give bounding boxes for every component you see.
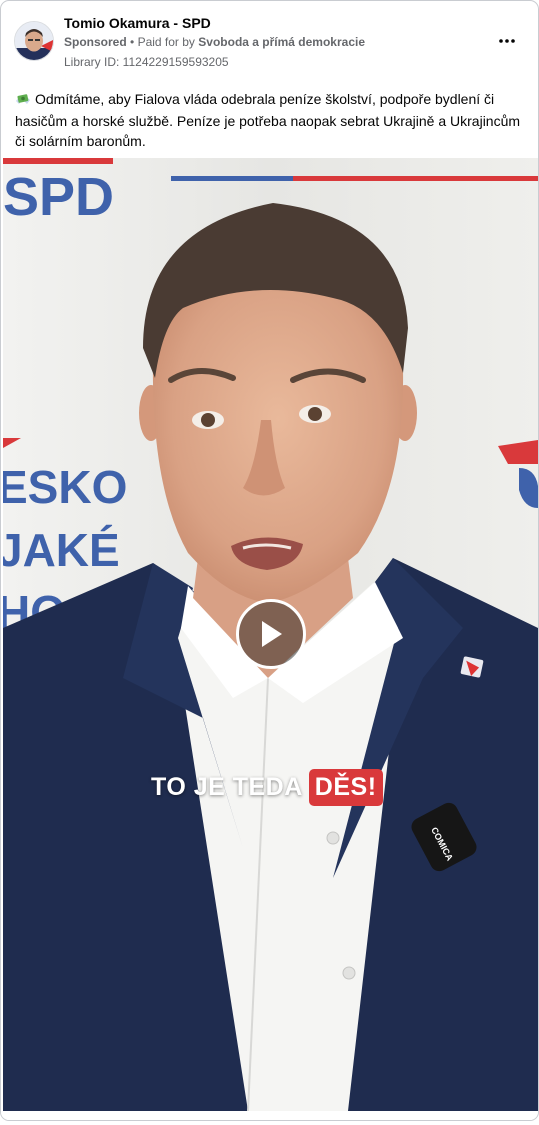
post-body-text: Odmítáme, aby Fialova vláda odebrala pen… [15,91,521,149]
play-icon [262,621,282,647]
payer-link[interactable]: Svoboda a přímá demokracie [198,35,365,49]
separator-dot: • [130,35,135,49]
post-body: Odmítáme, aby Fialova vláda odebrala pen… [15,89,529,151]
sponsor-line: Sponsored • Paid for by Svoboda a přímá … [64,35,365,49]
banner-esko-text: ESKO [3,461,127,513]
money-with-wings-icon [15,91,31,111]
banner-spd-text: SPD [3,167,114,227]
more-horizontal-icon [499,39,515,43]
post-header: Tomio Okamura - SPD Sponsored • Paid for… [1,1,538,81]
video-caption: TO JE TEDA DĚS! [151,765,383,809]
card-footer [1,1113,538,1120]
ad-card: Tomio Okamura - SPD Sponsored • Paid for… [0,0,539,1121]
page-avatar[interactable] [14,21,54,61]
video-player[interactable]: SPD ESKO JAKÉ HO COMICA TO JE TEDA DĚS! [3,158,538,1111]
play-button[interactable] [236,599,306,669]
banner-jake-text: JAKÉ [3,524,120,576]
page-name[interactable]: Tomio Okamura - SPD [64,15,211,31]
more-options-button[interactable] [493,29,521,53]
paid-for-prefix: Paid for by [137,35,195,49]
library-id: Library ID: 1124229159593205 [64,55,229,69]
sponsored-label: Sponsored [64,35,127,49]
avatar-image [15,22,53,60]
caption-highlight: DĚS! [308,768,383,806]
caption-text: TO JE TEDA [151,772,303,801]
